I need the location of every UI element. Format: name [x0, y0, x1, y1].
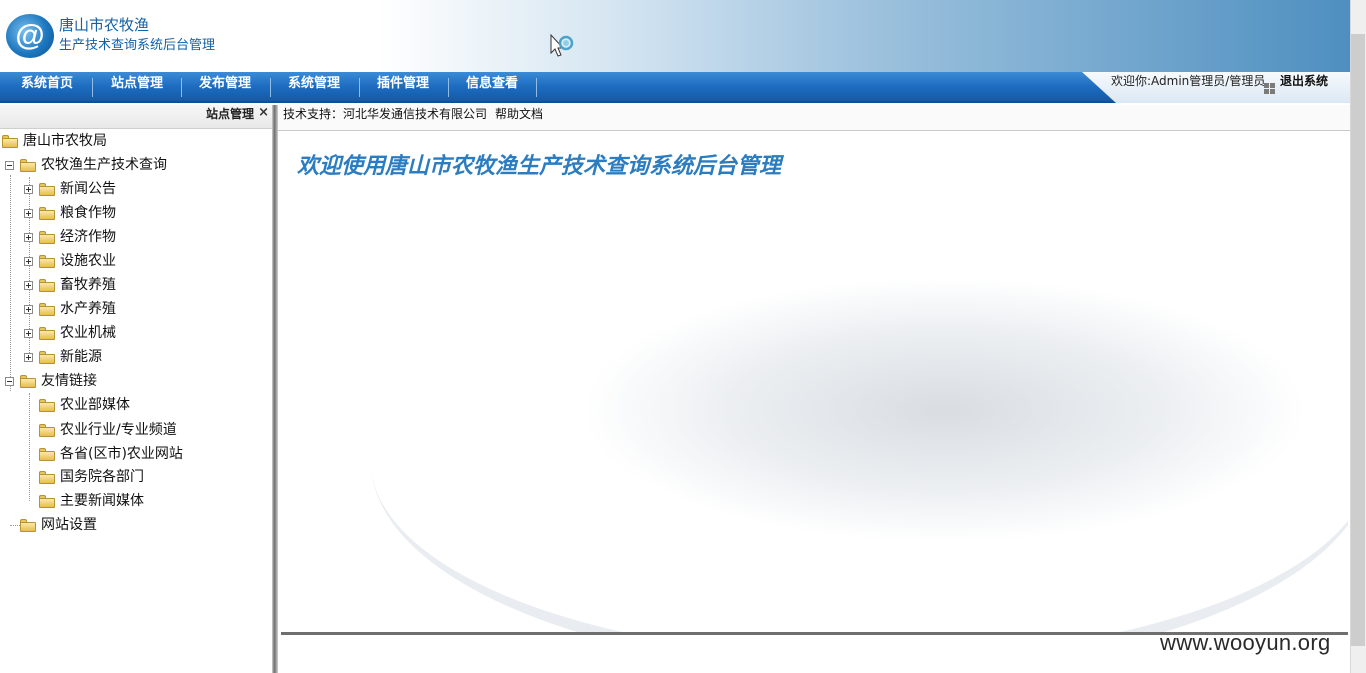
folder-open-icon [20, 159, 36, 172]
panel-header: 站点管理 × [0, 105, 272, 129]
expand-icon[interactable] [24, 329, 33, 338]
folder-icon [39, 471, 55, 484]
nav-item-home[interactable]: 系统首页 [6, 72, 88, 103]
panel-title: 站点管理 [205, 107, 254, 121]
grid-icon [1264, 83, 1276, 95]
logout-link[interactable]: 退出系统 [1280, 72, 1328, 103]
busy-cursor-icon [550, 33, 574, 57]
expand-icon[interactable] [24, 353, 33, 362]
folder-icon [39, 448, 55, 461]
welcome-title: 欢迎使用唐山市农牧渔生产技术查询系统后台管理 [297, 154, 782, 179]
folder-icon [2, 135, 18, 148]
tree-line [10, 175, 11, 391]
folder-icon [39, 495, 55, 508]
nav-divider [359, 78, 360, 97]
folder-icon [39, 255, 55, 268]
watermark-text: www.wooyun.org [1160, 630, 1331, 655]
system-name: 唐山市农牧渔 [59, 16, 150, 34]
main-content: 技术支持：河北华发通信技术有限公司 帮助文档 欢迎使用唐山市农牧渔生产技术查询系… [278, 105, 1350, 673]
expand-icon[interactable] [24, 185, 33, 194]
expand-icon[interactable] [24, 257, 33, 266]
nav-item-system-manage[interactable]: 系统管理 [273, 72, 355, 103]
nav-divider [448, 78, 449, 97]
welcome-user-text: 欢迎你:Admin管理员/管理员 [1111, 74, 1266, 88]
close-icon[interactable]: × [258, 105, 269, 120]
folder-icon [39, 279, 55, 292]
welcome-area: 欢迎使用唐山市农牧渔生产技术查询系统后台管理 [281, 132, 1348, 632]
header-banner: @ 唐山市农牧渔 生产技术查询系统后台管理 [0, 0, 1350, 72]
folder-icon [39, 399, 55, 412]
folder-icon [39, 327, 55, 340]
nav-item-plugin-manage[interactable]: 插件管理 [362, 72, 444, 103]
nav-item-site-manage[interactable]: 站点管理 [96, 72, 178, 103]
folder-open-icon [20, 375, 36, 388]
expand-icon[interactable] [24, 281, 33, 290]
expand-icon[interactable] [24, 233, 33, 242]
tree-line [29, 393, 30, 501]
expand-icon[interactable] [24, 209, 33, 218]
folder-icon [39, 231, 55, 244]
folder-icon [39, 183, 55, 196]
site-tree-panel: 站点管理 × 唐山市农牧局 农牧渔生产技术查询 新闻公告 粮食作物 经济作物 设… [0, 105, 272, 673]
folder-icon [39, 351, 55, 364]
nav-divider [536, 78, 537, 97]
help-docs-link[interactable]: 帮助文档 [495, 105, 543, 122]
scrollbar-thumb[interactable] [1351, 34, 1365, 646]
tree-line [10, 525, 20, 526]
expand-icon[interactable] [24, 305, 33, 314]
tech-support-text: 技术支持：河北华发通信技术有限公司 [283, 107, 488, 121]
folder-icon [20, 519, 36, 532]
nav-item-info-view[interactable]: 信息查看 [451, 72, 533, 103]
collapse-icon[interactable] [5, 161, 14, 170]
nav-divider [92, 78, 93, 97]
nav-item-publish-manage[interactable]: 发布管理 [184, 72, 266, 103]
nav-divider [181, 78, 182, 97]
folder-icon [39, 424, 55, 437]
folder-icon [39, 207, 55, 220]
collapse-icon[interactable] [5, 377, 14, 386]
at-sign-logo-icon: @ [6, 14, 54, 58]
system-subtitle: 生产技术查询系统后台管理 [59, 38, 216, 53]
info-bar: 技术支持：河北华发通信技术有限公司 帮助文档 [278, 105, 1350, 131]
folder-icon [39, 303, 55, 316]
nav-divider [270, 78, 271, 97]
